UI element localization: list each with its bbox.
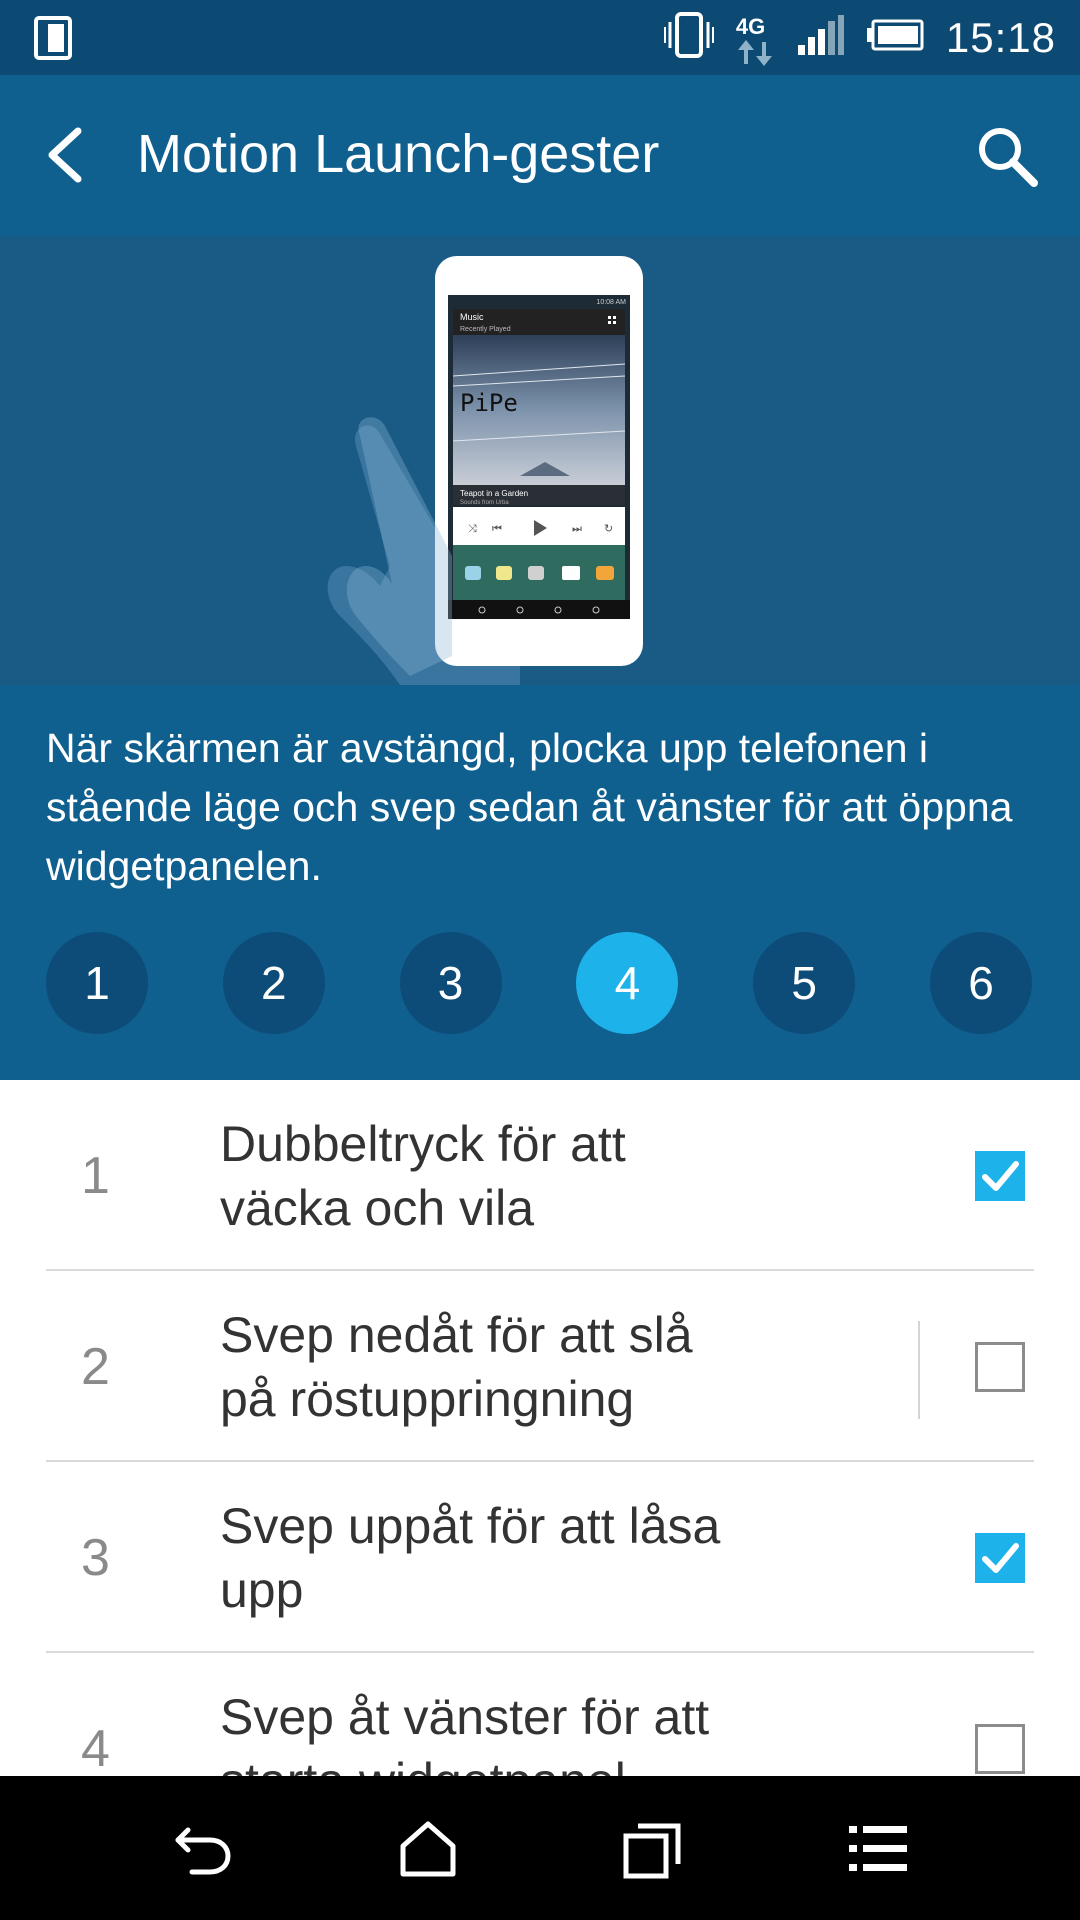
step-indicator: 1 2 3 4 5 6	[46, 932, 1032, 1034]
description-panel: När skärmen är avstängd, plocka upp tele…	[0, 685, 1080, 1080]
menu-icon	[849, 1826, 907, 1871]
music-widget-title: Music	[460, 312, 484, 322]
gesture-description: När skärmen är avstängd, plocka upp tele…	[46, 725, 1013, 889]
gesture-number: 4	[81, 1719, 110, 1777]
vertical-separator	[918, 1321, 920, 1419]
step-4-button[interactable]: 4	[576, 932, 679, 1034]
album-art-text: PiPe	[460, 389, 518, 417]
gesture-checkbox-2[interactable]	[975, 1342, 1025, 1392]
checkmark-icon	[982, 1543, 1019, 1573]
gesture-row[interactable]: 4 Svep åt vänster för att starta widgetp…	[46, 1653, 1034, 1776]
recents-nav-button[interactable]	[620, 1816, 686, 1882]
step-1-button[interactable]: 1	[46, 932, 148, 1034]
search-icon	[979, 128, 1038, 187]
step-5-button[interactable]: 5	[753, 932, 856, 1034]
page-title: Motion Launch-gester	[137, 124, 660, 184]
step-2-button[interactable]: 2	[222, 932, 325, 1034]
navigation-bar	[0, 1776, 1080, 1920]
repeat-icon: ↻	[604, 522, 613, 535]
track-artist: Sounds from Urba	[460, 500, 509, 506]
status-bar: 4G 15:18	[0, 0, 1080, 75]
back-nav-button[interactable]	[170, 1816, 236, 1882]
shuffle-icon: ⤨	[468, 522, 477, 535]
gesture-row[interactable]: 2 Svep nedåt för att slå på röstuppringn…	[46, 1271, 1034, 1462]
step-3-button[interactable]: 3	[399, 932, 502, 1034]
network-4g-icon: 4G	[736, 8, 776, 68]
recents-icon	[623, 1823, 681, 1879]
back-icon	[175, 1827, 231, 1875]
home-nav-button[interactable]	[395, 1816, 461, 1882]
gesture-checkbox-4[interactable]	[975, 1724, 1025, 1774]
phone-illustration: 10:08 AM Music Recently Played PiPe Teap…	[435, 256, 643, 666]
search-button[interactable]	[974, 123, 1040, 189]
gesture-illustration: 10:08 AM Music Recently Played PiPe Teap…	[0, 236, 1080, 685]
gesture-list: 1 Dubbeltryck för att väcka och vila 2 S…	[0, 1080, 1080, 1776]
gesture-number: 2	[81, 1337, 110, 1396]
battery-icon	[866, 19, 924, 56]
gesture-label: Svep nedåt för att slå på röstuppringnin…	[220, 1306, 693, 1427]
checkmark-icon	[982, 1161, 1019, 1191]
phone-time: 10:08 AM	[596, 299, 626, 306]
back-button[interactable]	[40, 125, 100, 185]
home-icon	[400, 1821, 456, 1877]
app-bar: Motion Launch-gester	[0, 75, 1080, 236]
gesture-label: Svep åt vänster för att starta widgetpan…	[220, 1688, 710, 1777]
gesture-checkbox-1[interactable]	[975, 1151, 1025, 1201]
next-icon: ⏭	[572, 522, 582, 535]
status-time: 15:18	[945, 13, 1056, 61]
menu-nav-button[interactable]	[845, 1816, 911, 1882]
chevron-left-icon	[48, 127, 82, 183]
gesture-label: Dubbeltryck för att väcka och vila	[220, 1115, 626, 1236]
step-6-button[interactable]: 6	[929, 932, 1032, 1034]
gesture-checkbox-3[interactable]	[975, 1533, 1025, 1583]
previous-icon: ⏮	[492, 522, 502, 535]
gesture-number: 1	[81, 1146, 110, 1205]
music-widget-subtitle: Recently Played	[460, 326, 511, 333]
gesture-row[interactable]: 3 Svep uppåt för att låsa upp	[46, 1462, 1034, 1653]
vibrate-icon	[663, 12, 714, 63]
network-type-label: 4G	[735, 13, 766, 39]
dual-screen-icon	[34, 16, 74, 65]
gesture-label: Svep uppåt för att låsa upp	[220, 1497, 721, 1618]
gesture-row[interactable]: 1 Dubbeltryck för att väcka och vila	[46, 1080, 1034, 1271]
signal-icon	[797, 15, 844, 60]
track-title: Teapot in a Garden	[460, 489, 528, 498]
gesture-number: 3	[81, 1528, 110, 1587]
